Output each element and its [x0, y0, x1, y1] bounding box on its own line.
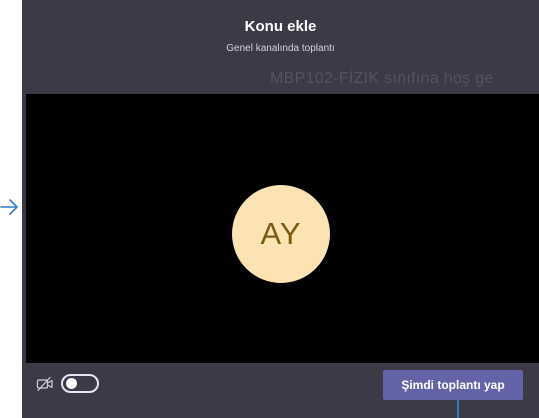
left-margin	[0, 0, 22, 418]
camera-off-icon	[36, 376, 53, 392]
dialog-subtitle: Genel kanalında toplantı	[226, 43, 335, 54]
video-preview: AY	[26, 94, 539, 363]
meet-now-button[interactable]: Şimdi toplantı yap	[383, 370, 523, 400]
avatar: AY	[232, 185, 330, 283]
dialog-title[interactable]: Konu ekle	[22, 18, 539, 35]
dialog-header: Konu ekle Genel kanalında toplantı MBP10…	[22, 0, 539, 94]
avatar-initials: AY	[260, 216, 302, 251]
toggle-knob	[66, 378, 77, 389]
camera-toggle[interactable]	[61, 374, 99, 393]
preview-controls: Şimdi toplantı yap	[22, 363, 539, 418]
background-welcome-text: MBP102-FİZİK sınıfına hoş ge	[270, 70, 494, 87]
meeting-dialog: Konu ekle Genel kanalında toplantı MBP10…	[22, 0, 539, 418]
arrow-right-icon	[0, 199, 18, 215]
annotation-pointer-line	[457, 400, 459, 418]
